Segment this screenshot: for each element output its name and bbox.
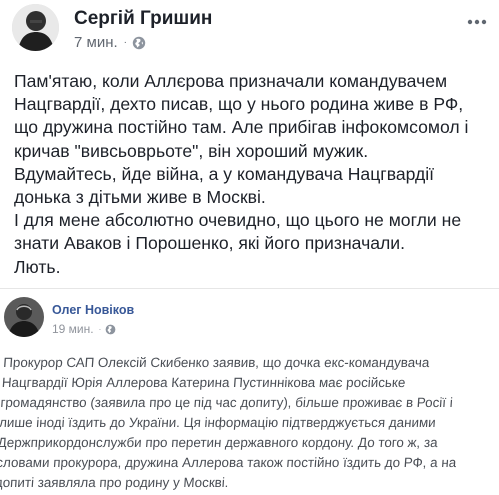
shared-post-line: Держприкордонслужби про перетин державно… [0, 435, 439, 450]
shared-post-line: словами прокурора, дружина Аллерова тако… [0, 455, 457, 470]
post-line: донька з дітьми живе в Москві. [14, 187, 266, 208]
author-name[interactable]: Сергій Гришин [74, 8, 212, 30]
post-meta: 7 мин. · [74, 34, 146, 51]
post-line: Нацгвардії, дехто писав, що у нього роди… [14, 94, 464, 115]
shared-post-line: Прокурор САП Олексій Скибенко заявив, що… [2, 355, 430, 370]
post-line: кричав "вивсьоврьоте", він хороший мужик… [14, 140, 369, 161]
post-text: Пам'ятаю, коли Аллєрова призначали коман… [14, 70, 494, 279]
meta-separator: · [123, 37, 127, 48]
shared-author-name[interactable]: Олег Новіков [52, 303, 134, 317]
post-line: І для мене абсолютно очевидно, що цього … [14, 210, 462, 231]
shared-post: Олег Новіков 19 мин. · Прокурор САП Олек… [0, 288, 499, 495]
shared-author-avatar[interactable] [4, 297, 44, 337]
post-timestamp[interactable]: 7 мин. [74, 34, 118, 51]
shared-post-line: Нацгвардії Юрія Аллерова Катерина Пустин… [1, 375, 406, 390]
post-line: що дружина постійно там. Але прибігав ін… [14, 117, 469, 138]
meta-separator: · [98, 324, 102, 334]
post-line: знати Аваков і Порошенко, які його призн… [14, 233, 405, 254]
post-line: Пам'ятаю, коли Аллєрова призначали коман… [14, 71, 448, 91]
author-avatar[interactable] [12, 4, 59, 51]
shared-post-timestamp[interactable]: 19 мин. [52, 322, 94, 336]
shared-post-line: громадянство (заявила про це під час доп… [0, 395, 454, 410]
globe-icon[interactable] [132, 36, 146, 50]
shared-post-line: лише іноді їздить до України. Ця інформа… [0, 415, 437, 430]
shared-post-text: Прокурор САП Олексій Скибенко заявив, що… [0, 353, 496, 493]
shared-post-line: допиті заявляла про родину у Москві. [0, 475, 230, 490]
post-line: Вдумайтесь, йде війна, а у командувача Н… [14, 163, 435, 184]
post-line: Лють. [14, 256, 61, 277]
shared-post-meta: 19 мин. · [52, 322, 116, 336]
post-header: Сергій Гришин 7 мин. · [12, 4, 487, 54]
globe-icon[interactable] [105, 324, 116, 335]
ellipsis-icon[interactable] [467, 14, 487, 25]
